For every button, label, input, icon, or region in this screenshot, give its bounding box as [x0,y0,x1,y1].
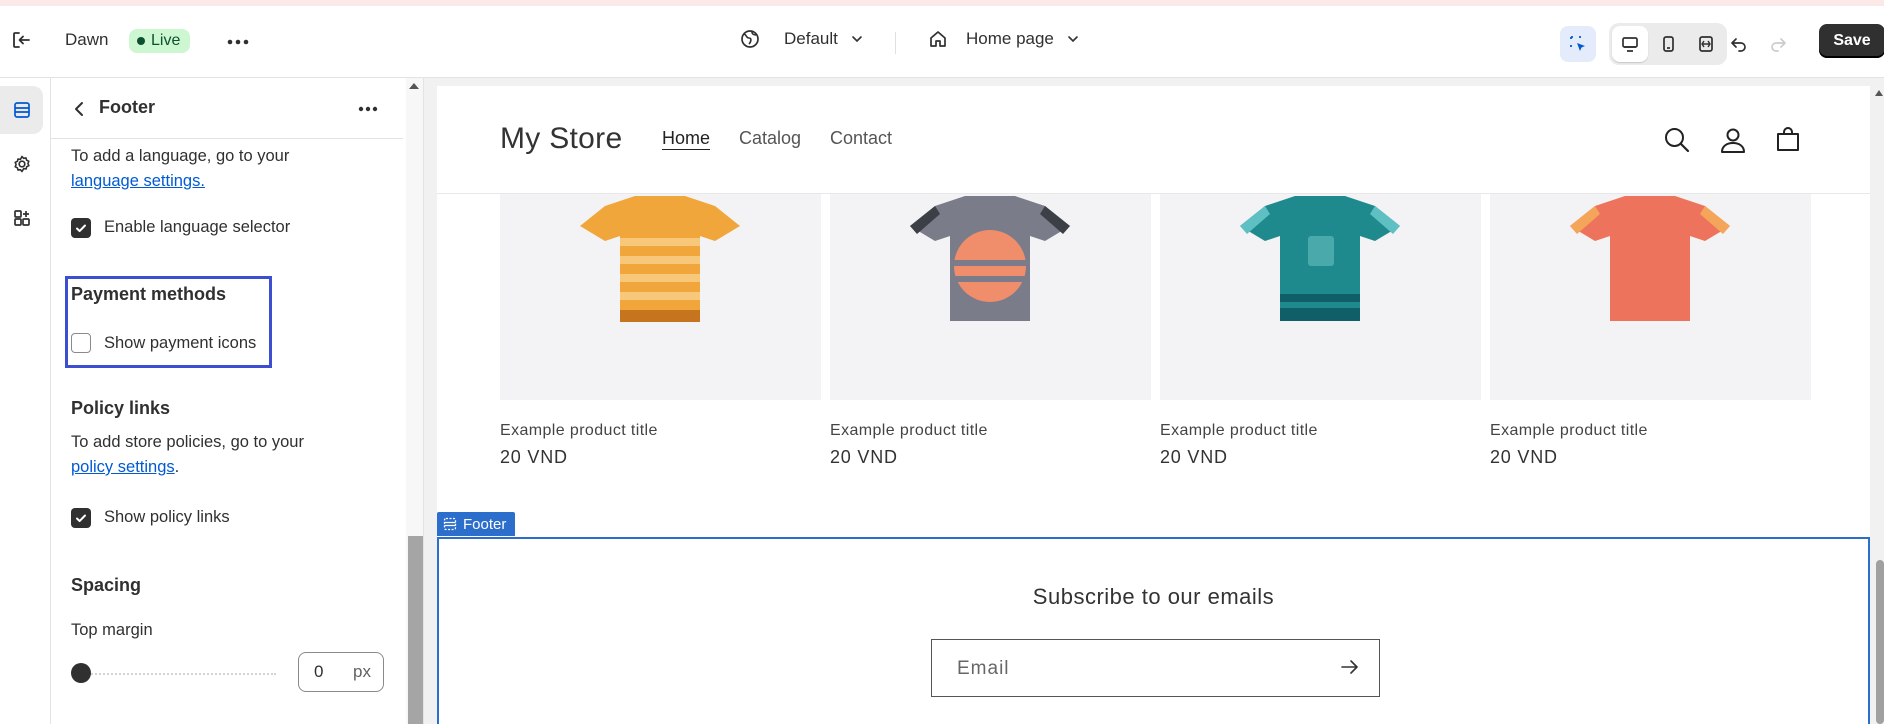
policy-settings-link[interactable]: policy settings [71,458,175,476]
cart-icon[interactable] [1774,126,1802,159]
sections-nav-button[interactable] [0,86,43,134]
more-actions-icon[interactable] [226,32,250,52]
spacing-heading: Spacing [71,575,142,595]
preview-scrollbar-thumb[interactable] [1876,560,1884,724]
select-cursor-icon [1570,36,1585,51]
back-arrow-icon[interactable] [67,96,93,122]
apps-nav-button[interactable] [0,194,43,242]
panel-scrollbar-thumb[interactable] [408,536,423,724]
product-price: 20 VND [1160,447,1228,467]
top-margin-input[interactable]: 0 px [298,652,384,692]
section-settings-panel: Footer To add a language, go to your lan… [51,78,424,724]
storefront-preview: My Store Home Catalog Contact Example pr… [437,86,1870,724]
product-price: 20 VND [830,447,898,467]
policy-link-line: policy settings. [71,455,179,480]
check-icon [76,514,86,523]
theme-settings-nav-button[interactable] [0,140,43,188]
theme-name: Dawn [65,30,109,49]
more-options-icon[interactable] [355,96,381,122]
product-price: 20 VND [500,447,568,467]
product-price: 20 VND [1490,447,1558,467]
editor-topbar: Dawn Live Default Home page [0,0,1884,78]
product-title[interactable]: Example product title [1160,422,1318,440]
top-margin-label: Top margin [71,621,153,639]
top-margin-unit: px [353,662,371,681]
sections-icon [13,102,30,118]
language-settings-link[interactable]: language settings. [71,169,205,194]
nav-catalog[interactable]: Catalog [739,128,801,149]
locale-label: Default [784,29,838,48]
expand-icon [1699,36,1713,52]
product-title[interactable]: Example product title [1490,422,1648,440]
show-policy-links-label: Show policy links [104,508,230,526]
policy-links-heading: Policy links [71,398,171,418]
fullscreen-view-button[interactable] [1688,26,1724,62]
email-placeholder: Email [957,658,1010,679]
search-icon[interactable] [1663,126,1691,159]
language-help-text: To add a language, go to your [71,147,290,165]
status-badge: Live [129,29,191,53]
top-margin-value: 0 [314,662,324,681]
divider [895,32,896,54]
check-icon [76,224,86,233]
inspector-toggle[interactable] [1560,26,1596,62]
gear-icon [13,155,30,173]
apps-icon [13,210,30,226]
policy-link-suffix: . [174,458,180,476]
editor-rail [0,78,51,724]
undo-icon[interactable] [1727,32,1751,56]
viewport-switcher [1609,23,1727,65]
panel-title: Footer [99,97,155,117]
exit-icon[interactable] [8,27,34,53]
sections-icon [443,517,457,531]
subscribe-heading: Subscribe to our emails [1032,584,1275,609]
save-button[interactable]: Save [1819,24,1884,58]
mobile-view-button[interactable] [1650,26,1686,62]
show-payment-icons-label: Show payment icons [104,334,257,352]
policy-help-text: To add store policies, go to your [71,433,304,451]
scroll-up-arrow-icon[interactable] [409,83,419,89]
desktop-icon [1622,37,1638,52]
product-title[interactable]: Example product title [830,422,988,440]
desktop-view-button[interactable] [1612,26,1648,62]
footer-tag-label: Footer [463,515,507,533]
scroll-up-arrow-icon[interactable] [1875,90,1883,96]
show-policy-links-checkbox[interactable] [71,508,91,528]
top-margin-slider-thumb[interactable] [71,663,91,683]
enable-language-checkbox[interactable] [71,218,91,238]
home-icon [930,31,946,47]
account-icon[interactable] [1719,126,1747,159]
newsletter-email-field[interactable]: Email [931,639,1380,697]
top-margin-slider-track[interactable] [80,673,276,675]
chevron-down-icon [1068,36,1078,43]
redo-icon[interactable] [1766,32,1790,56]
show-payment-icons-checkbox[interactable] [71,333,91,353]
page-label: Home page [966,29,1054,48]
page-selector[interactable]: Home page [928,29,1080,49]
footer-section-tag[interactable]: Footer [437,512,516,536]
enable-language-label: Enable language selector [104,218,291,236]
store-logo[interactable]: My Store [500,122,622,156]
mobile-icon [1663,36,1674,52]
payment-methods-heading: Payment methods [71,284,227,304]
live-label: Live [151,32,181,49]
panel-header: Footer [51,78,403,139]
product-title[interactable]: Example product title [500,422,658,440]
globe-icon [741,30,759,48]
nav-home[interactable]: Home [662,128,710,149]
nav-contact[interactable]: Contact [830,128,892,149]
arrow-right-icon[interactable] [1339,656,1361,683]
chevron-down-icon [852,36,862,43]
locale-selector[interactable]: Default [740,29,864,49]
store-header: My Store Home Catalog Contact [437,86,1870,194]
